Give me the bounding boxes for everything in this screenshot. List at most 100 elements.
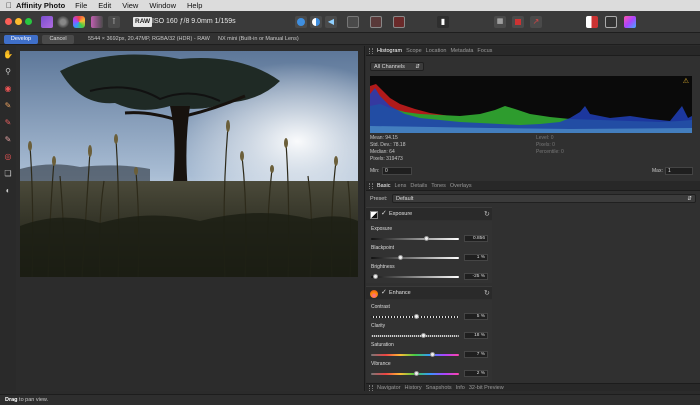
stat-std-dev: Std. Dev.: 78.18 bbox=[370, 142, 406, 148]
blackpoint-slider[interactable] bbox=[371, 257, 459, 259]
tab-focus[interactable]: Focus bbox=[477, 48, 492, 54]
split-view-icon[interactable] bbox=[347, 16, 359, 28]
white-balance-tool-icon[interactable]: ◐ bbox=[3, 186, 13, 196]
develop-button[interactable]: Develop bbox=[4, 35, 38, 44]
min-field[interactable]: 0 bbox=[382, 167, 412, 175]
image-info: 5544 × 3692px, 20.47MP, RGBA/32 (HDR) - … bbox=[88, 36, 210, 42]
tab-info[interactable]: Info bbox=[456, 385, 465, 391]
clarity-slider[interactable] bbox=[371, 335, 459, 337]
status-bold: Drag bbox=[5, 397, 18, 403]
overlay-erase-tool-icon[interactable]: ✎ bbox=[3, 135, 13, 145]
persona-tone-mapping-icon[interactable] bbox=[91, 16, 103, 28]
tab-location[interactable]: Location bbox=[426, 48, 447, 54]
clipping-midtones-icon[interactable] bbox=[310, 16, 322, 28]
enhance-section-title: Enhance bbox=[389, 290, 411, 296]
gradient-tool-icon[interactable]: ◎ bbox=[3, 152, 13, 162]
preset-select[interactable]: Default ⇵ bbox=[392, 194, 696, 203]
persona-photo-icon[interactable] bbox=[41, 16, 53, 28]
stat-pixels-right: Pixels: 0 bbox=[536, 142, 555, 148]
canvas[interactable] bbox=[16, 46, 365, 391]
clipping-shadows-icon[interactable] bbox=[295, 16, 307, 28]
cancel-button[interactable]: Cancel bbox=[42, 35, 74, 44]
contrast-slider-knob[interactable] bbox=[414, 314, 420, 319]
menu-window[interactable]: Window bbox=[149, 1, 176, 10]
tools-panel: ✋ ⚲ ◉ ✎ ✎ ✎ ◎ ❏ ◐ bbox=[0, 46, 16, 391]
grip-icon[interactable] bbox=[369, 47, 373, 54]
hand-tool-icon[interactable]: ✋ bbox=[3, 50, 13, 60]
tab-snapshots[interactable]: Snapshots bbox=[426, 385, 452, 391]
exposure-slider[interactable] bbox=[371, 238, 459, 240]
tab-metadata[interactable]: Metadata bbox=[450, 48, 473, 54]
mirror-view-icon[interactable] bbox=[370, 16, 382, 28]
exposure-slider-knob[interactable] bbox=[423, 236, 429, 241]
blackpoint-slider-knob[interactable] bbox=[397, 255, 403, 260]
channel-select-value: All Channels bbox=[374, 64, 405, 70]
exposure-section-header[interactable]: ✓ Exposure ↻ bbox=[366, 207, 492, 220]
tab-basic[interactable]: Basic bbox=[377, 183, 390, 189]
grid-icon[interactable]: ▦ bbox=[494, 16, 506, 28]
tab-histogram[interactable]: Histogram bbox=[377, 48, 402, 54]
persona-liquify-icon[interactable] bbox=[57, 16, 69, 28]
tab-tones[interactable]: Tones bbox=[431, 183, 446, 189]
stat-level: Level: 0 bbox=[536, 135, 554, 141]
enhance-checkbox[interactable]: ✓ bbox=[381, 288, 387, 296]
crop-tool-icon[interactable]: ❏ bbox=[3, 169, 13, 179]
tab-scope[interactable]: Scope bbox=[406, 48, 422, 54]
saturation-slider-knob[interactable] bbox=[430, 352, 436, 357]
tab-lens[interactable]: Lens bbox=[394, 183, 406, 189]
app-menu[interactable]: Affinity Photo bbox=[16, 1, 65, 10]
menu-help[interactable]: Help bbox=[187, 1, 202, 10]
exposure-checkbox[interactable]: ✓ bbox=[381, 209, 387, 217]
clarity-value-field[interactable]: 18 % bbox=[464, 332, 488, 339]
min-label: Min: bbox=[370, 168, 380, 174]
clarity-slider-knob[interactable] bbox=[421, 333, 427, 338]
vibrance-value-field[interactable]: 2 % bbox=[464, 370, 488, 377]
vibrance-slider-knob[interactable] bbox=[414, 371, 420, 376]
snapshot-icon[interactable] bbox=[605, 16, 617, 28]
persona-export-icon[interactable]: ⊺ bbox=[108, 16, 120, 28]
tab-details[interactable]: Details bbox=[410, 183, 427, 189]
photo-image[interactable] bbox=[20, 51, 358, 277]
max-field[interactable]: 1 bbox=[665, 167, 693, 175]
close-window-icon[interactable] bbox=[5, 18, 12, 25]
apple-icon[interactable]:  bbox=[6, 1, 12, 10]
overlay-icon[interactable] bbox=[512, 16, 524, 28]
reset-exposure-icon[interactable]: ↻ bbox=[484, 210, 490, 218]
brightness-value-field[interactable]: -25 % bbox=[464, 273, 488, 280]
grip-icon[interactable] bbox=[369, 384, 373, 391]
assistant-icon[interactable] bbox=[586, 16, 598, 28]
color-picker-icon[interactable] bbox=[624, 16, 636, 28]
enhance-section-header[interactable]: ✓ Enhance ↻ bbox=[366, 286, 492, 299]
mask-icon[interactable]: ↗ bbox=[530, 16, 542, 28]
zoom-tool-icon[interactable]: ⚲ bbox=[3, 67, 13, 77]
saturation-value-field[interactable]: 7 % bbox=[464, 351, 488, 358]
clipping-highlights-icon[interactable]: ◀ bbox=[325, 16, 337, 28]
brightness-slider-knob[interactable] bbox=[372, 274, 378, 279]
exposure-value-field[interactable]: 0.856 bbox=[464, 235, 488, 242]
persona-develop-icon[interactable] bbox=[73, 16, 85, 28]
grip-icon[interactable] bbox=[369, 182, 373, 189]
contrast-value-field[interactable]: 5 % bbox=[464, 313, 488, 320]
reset-enhance-icon[interactable]: ↻ bbox=[484, 289, 490, 297]
tab-32bit-preview[interactable]: 32-bit Preview bbox=[469, 385, 504, 391]
histogram-tabs: Histogram Scope Location Metadata Focus bbox=[366, 46, 700, 56]
tab-history[interactable]: History bbox=[405, 385, 422, 391]
overlay-brush-tool-icon[interactable]: ✎ bbox=[3, 118, 13, 128]
adjust-tabs: Basic Lens Details Tones Overlays bbox=[366, 181, 700, 191]
minimize-window-icon[interactable] bbox=[15, 18, 22, 25]
compare-view-icon[interactable] bbox=[393, 16, 405, 28]
zoom-window-icon[interactable] bbox=[25, 18, 32, 25]
brightness-slider[interactable] bbox=[371, 276, 459, 278]
channel-select[interactable]: All Channels ⇵ bbox=[370, 62, 424, 71]
menu-file[interactable]: File bbox=[75, 1, 87, 10]
red-eye-tool-icon[interactable]: ◉ bbox=[3, 84, 13, 94]
lens-info: NX mini (Built-in or Manual Lens) bbox=[218, 36, 299, 42]
blemish-tool-icon[interactable]: ✎ bbox=[3, 101, 13, 111]
blackpoint-value-field[interactable]: 1 % bbox=[464, 254, 488, 261]
saturation-slider[interactable] bbox=[371, 354, 459, 356]
tab-overlays[interactable]: Overlays bbox=[450, 183, 472, 189]
brush-icon[interactable]: ▮ bbox=[437, 16, 449, 28]
tab-navigator[interactable]: Navigator bbox=[377, 385, 401, 391]
menu-edit[interactable]: Edit bbox=[98, 1, 111, 10]
menu-view[interactable]: View bbox=[122, 1, 138, 10]
